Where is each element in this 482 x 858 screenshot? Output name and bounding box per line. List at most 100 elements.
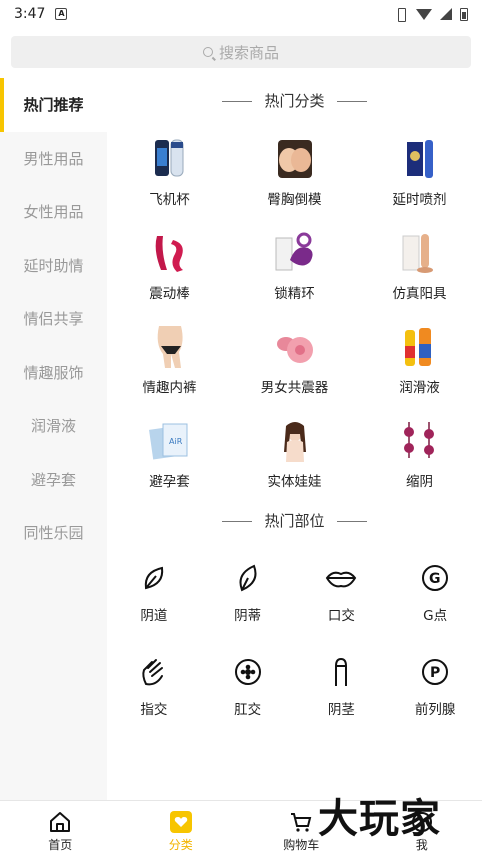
svg-text:G: G [429,571,441,587]
search-icon [202,47,213,57]
search-bar[interactable]: 搜索商品 [11,36,471,68]
sidebar-item-male[interactable]: 男性用品 [0,132,107,186]
part-label: 阴蒂 [234,608,262,624]
sidebar-item-lubricant[interactable]: 润滑液 [0,399,107,453]
product-thumb [283,422,306,462]
category-label: 仿真阳具 [392,286,447,302]
flower-circle-icon [234,659,261,685]
category-label: 实体娃娃 [267,474,322,490]
category-item[interactable]: 锁精环 [232,224,357,318]
part-label: 阴道 [140,608,168,624]
sidebar-item-hot[interactable]: 热门推荐 [0,78,107,132]
sidebar-item-label: 避孕套 [30,470,76,489]
status-bar: 3:47 A [0,0,482,28]
category-label: 震动棒 [149,286,190,302]
part-item[interactable]: 口交 [295,546,389,640]
svg-text:P: P [430,665,440,681]
part-label: G点 [423,608,448,624]
category-item[interactable]: AiR 避孕套 [107,412,232,506]
product-thumb [403,422,434,458]
part-item[interactable]: 阴蒂 [201,546,295,640]
category-label: 情趣内裤 [142,380,197,396]
part-label: 指交 [140,702,168,718]
category-item[interactable]: 情趣内裤 [107,318,232,412]
category-label: 臀胸倒模 [267,192,322,208]
part-label: 前列腺 [414,702,456,718]
hot-parts-title: 热门部位 [107,510,482,531]
search-placeholder: 搜索商品 [218,43,279,62]
category-item[interactable]: 延时喷剂 [357,130,482,224]
part-item[interactable]: 阴茎 [295,640,389,734]
part-label: 肛交 [234,702,262,718]
sidebar-item-label: 女性用品 [23,203,84,222]
category-label: 男女共震器 [260,380,329,396]
section-title-text: 热门分类 [264,92,325,110]
svg-text:AiR: AiR [169,437,183,446]
sidebar-item-label: 热门推荐 [23,96,84,115]
cart-icon [291,813,312,832]
category-label: 润滑液 [399,380,440,396]
sidebar-item-lgbt[interactable]: 同性乐园 [0,506,107,560]
product-thumb [276,337,313,363]
category-content: 热门分类 飞机杯 臀胸倒模 延时喷剂 震动棒 锁精环 仿真阳具 情趣内裤 男女共… [107,78,482,800]
sidebar-item-delay[interactable]: 延时助情 [0,239,107,293]
product-thumb [406,140,433,178]
sidebar-item-label: 延时助情 [23,256,84,275]
sidebar-item-label: 男性用品 [23,149,84,168]
category-item[interactable]: 震动棒 [107,224,232,318]
leaf-outline-icon [144,566,164,590]
category-item[interactable]: 实体娃娃 [232,412,357,506]
sidebar-item-label: 情侣共享 [23,310,84,329]
product-thumb [275,232,313,271]
category-sidebar: 热门推荐 男性用品 女性用品 延时助情 情侣共享 情趣服饰 润滑液 避孕套 同性… [0,78,107,800]
shaft-icon [335,657,348,686]
category-item[interactable]: 仿真阳具 [357,224,482,318]
notification-a-icon: A [55,8,68,20]
product-thumb [402,234,433,273]
part-item[interactable]: 指交 [107,640,201,734]
category-label: 避孕套 [149,474,190,490]
tab-label: 购物车 [283,838,320,852]
hot-categories-title: 热门分类 [107,90,482,111]
category-item[interactable]: 臀胸倒模 [232,130,357,224]
wifi-icon [416,8,432,20]
battery-icon [460,7,468,21]
tab-category[interactable]: 分类 [121,801,242,858]
category-item[interactable]: 缩阴 [357,412,482,506]
category-item[interactable]: 润滑液 [357,318,482,412]
vibrate-icon [394,7,408,22]
category-label: 锁精环 [274,286,315,302]
category-label: 飞机杯 [149,192,190,208]
sidebar-item-female[interactable]: 女性用品 [0,185,107,239]
category-item[interactable]: 男女共震器 [232,318,357,412]
category-label: 延时喷剂 [392,192,447,208]
lips-icon [326,571,357,588]
sidebar-item-label: 同性乐园 [23,524,84,543]
sidebar-item-condoms[interactable]: 避孕套 [0,453,107,507]
home-icon [50,812,71,832]
tab-home[interactable]: 首页 [0,801,121,858]
part-item[interactable]: G G点 [388,546,482,640]
category-icon [169,811,192,833]
category-item[interactable]: 飞机杯 [107,130,232,224]
part-item[interactable]: P 前列腺 [388,640,482,734]
sidebar-item-couples[interactable]: 情侣共享 [0,292,107,346]
signal-icon [440,8,452,20]
hot-categories-grid: 飞机杯 臀胸倒模 延时喷剂 震动棒 锁精环 仿真阳具 情趣内裤 男女共震器 润滑… [107,130,482,506]
sidebar-item-label: 情趣服饰 [23,363,84,382]
sidebar-item-apparel[interactable]: 情趣服饰 [0,346,107,400]
watermark: 大玩家 [318,796,441,842]
product-thumb: AiR [148,423,187,460]
part-item[interactable]: 阴道 [107,546,201,640]
status-icons [394,7,468,22]
part-label: 口交 [327,608,355,624]
product-thumb [157,326,183,368]
sidebar-item-label: 润滑液 [30,417,76,436]
tab-label: 分类 [168,838,193,852]
product-thumb [404,328,431,366]
part-item[interactable]: 肛交 [201,640,295,734]
letter-g-circle-icon: G [422,565,449,591]
tab-label: 首页 [48,838,73,852]
leaf-outline-icon [239,564,257,592]
status-time: 3:47 [14,6,46,22]
